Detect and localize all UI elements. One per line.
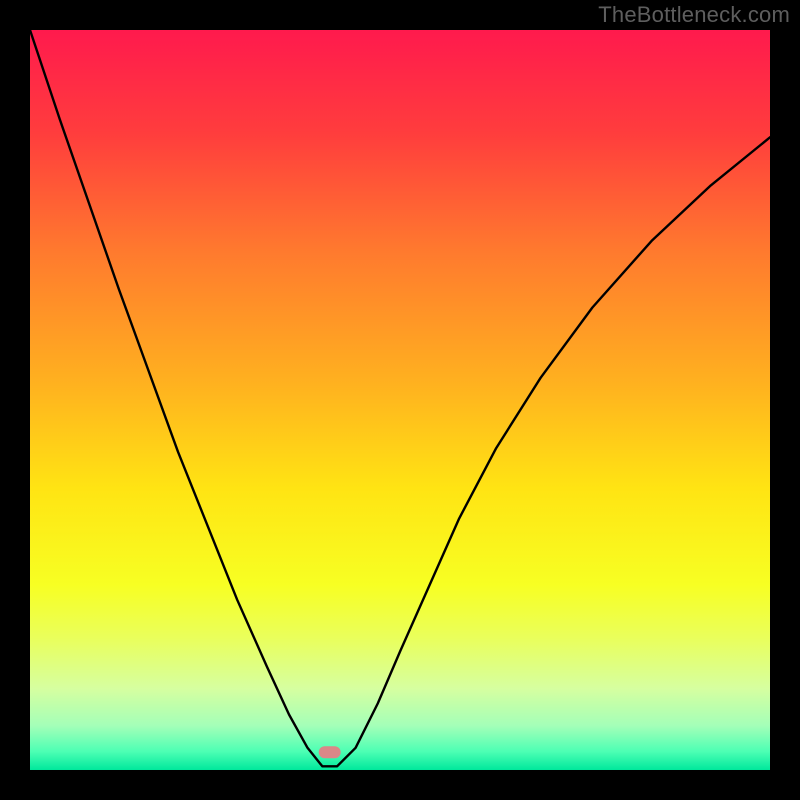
chart-svg: [30, 30, 770, 770]
gradient-background: [30, 30, 770, 770]
plot-area: [30, 30, 770, 770]
watermark-text: TheBottleneck.com: [598, 2, 790, 28]
optimal-marker: [319, 746, 341, 758]
chart-frame: TheBottleneck.com: [0, 0, 800, 800]
